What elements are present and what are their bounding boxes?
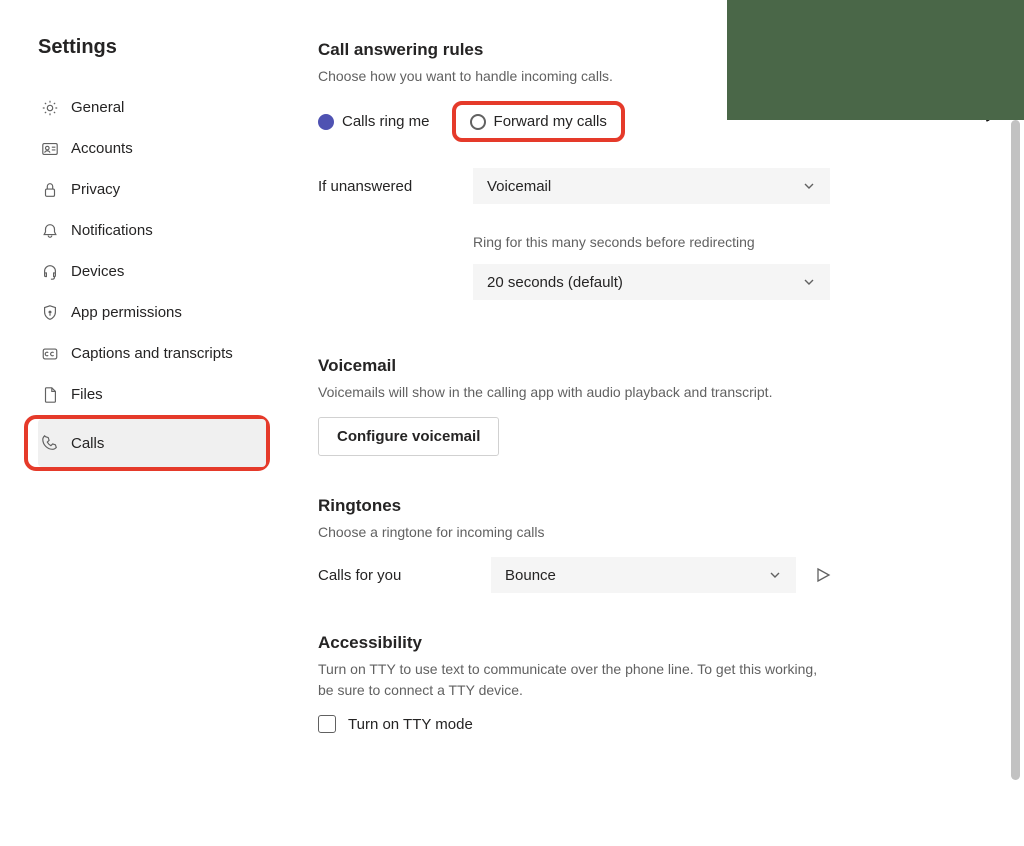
nav-label: Accounts <box>71 140 133 157</box>
nav-label: Notifications <box>71 222 153 239</box>
section-accessibility: Accessibility Turn on TTY to use text to… <box>318 633 978 733</box>
gear-icon <box>40 98 60 118</box>
ringtone-label: Calls for you <box>318 567 473 584</box>
scrollbar-thumb[interactable] <box>1011 120 1020 780</box>
dropdown-value: Voicemail <box>487 178 551 195</box>
nav-label: General <box>71 99 124 116</box>
section-heading: Voicemail <box>318 356 978 376</box>
nav-label: Files <box>71 386 103 403</box>
sidebar-item-accounts[interactable]: Accounts <box>38 128 318 169</box>
chevron-down-icon <box>802 179 816 193</box>
nav-label: Captions and transcripts <box>71 345 233 362</box>
nav-label: Devices <box>71 263 124 280</box>
sidebar-item-privacy[interactable]: Privacy <box>38 169 318 210</box>
settings-sidebar: Settings General Accounts Privacy <box>38 36 318 846</box>
ringtone-dropdown[interactable]: Bounce <box>491 557 796 593</box>
sidebar-item-general[interactable]: General <box>38 87 318 128</box>
settings-content: Call answering rules Choose how you want… <box>318 36 1018 846</box>
headset-icon <box>40 262 60 282</box>
configure-voicemail-button[interactable]: Configure voicemail <box>318 417 499 456</box>
tty-checkbox[interactable] <box>318 715 336 733</box>
if-unanswered-dropdown[interactable]: Voicemail <box>473 168 830 204</box>
shield-icon <box>40 303 60 323</box>
cc-icon <box>40 344 60 364</box>
play-button[interactable] <box>814 564 836 586</box>
radio-forward-my-calls[interactable]: Forward my calls <box>470 113 607 130</box>
sidebar-item-captions[interactable]: Captions and transcripts <box>38 333 318 374</box>
radio-label: Forward my calls <box>494 113 607 130</box>
section-heading: Accessibility <box>318 633 978 653</box>
sidebar-item-app-permissions[interactable]: App permissions <box>38 292 318 333</box>
highlight-calls: Calls <box>24 415 270 471</box>
if-unanswered-label: If unanswered <box>318 178 473 195</box>
radio-unselected-icon <box>470 114 486 130</box>
section-heading: Ringtones <box>318 496 978 516</box>
phone-icon <box>40 433 60 453</box>
sidebar-item-files[interactable]: Files <box>38 374 318 415</box>
radio-label: Calls ring me <box>342 113 430 130</box>
nav-label: Privacy <box>71 181 120 198</box>
chevron-down-icon <box>802 275 816 289</box>
sidebar-item-notifications[interactable]: Notifications <box>38 210 318 251</box>
file-icon <box>40 385 60 405</box>
ring-duration-dropdown[interactable]: 20 seconds (default) <box>473 264 830 300</box>
highlight-forward: Forward my calls <box>452 101 625 142</box>
checkbox-label: Turn on TTY mode <box>348 716 473 733</box>
id-card-icon <box>40 139 60 159</box>
chevron-down-icon <box>768 568 782 582</box>
section-subtext: Choose a ringtone for incoming calls <box>318 522 978 543</box>
nav-label: App permissions <box>71 304 182 321</box>
sidebar-item-devices[interactable]: Devices <box>38 251 318 292</box>
section-subtext: Turn on TTY to use text to communicate o… <box>318 659 828 701</box>
bell-icon <box>40 221 60 241</box>
dropdown-value: Bounce <box>505 567 556 584</box>
nav-label: Calls <box>71 435 104 452</box>
section-subtext: Voicemails will show in the calling app … <box>318 382 978 403</box>
page-title: Settings <box>38 36 318 59</box>
sidebar-item-calls[interactable]: Calls <box>38 419 266 467</box>
ring-duration-label: Ring for this many seconds before redire… <box>473 234 830 250</box>
scrollbar[interactable] <box>1008 120 1022 840</box>
section-voicemail: Voicemail Voicemails will show in the ca… <box>318 356 978 456</box>
overlay-block <box>727 0 1024 120</box>
dropdown-value: 20 seconds (default) <box>487 274 623 291</box>
section-ringtones: Ringtones Choose a ringtone for incoming… <box>318 496 978 593</box>
radio-calls-ring-me[interactable]: Calls ring me <box>318 113 430 130</box>
lock-icon <box>40 180 60 200</box>
radio-selected-icon <box>318 114 334 130</box>
